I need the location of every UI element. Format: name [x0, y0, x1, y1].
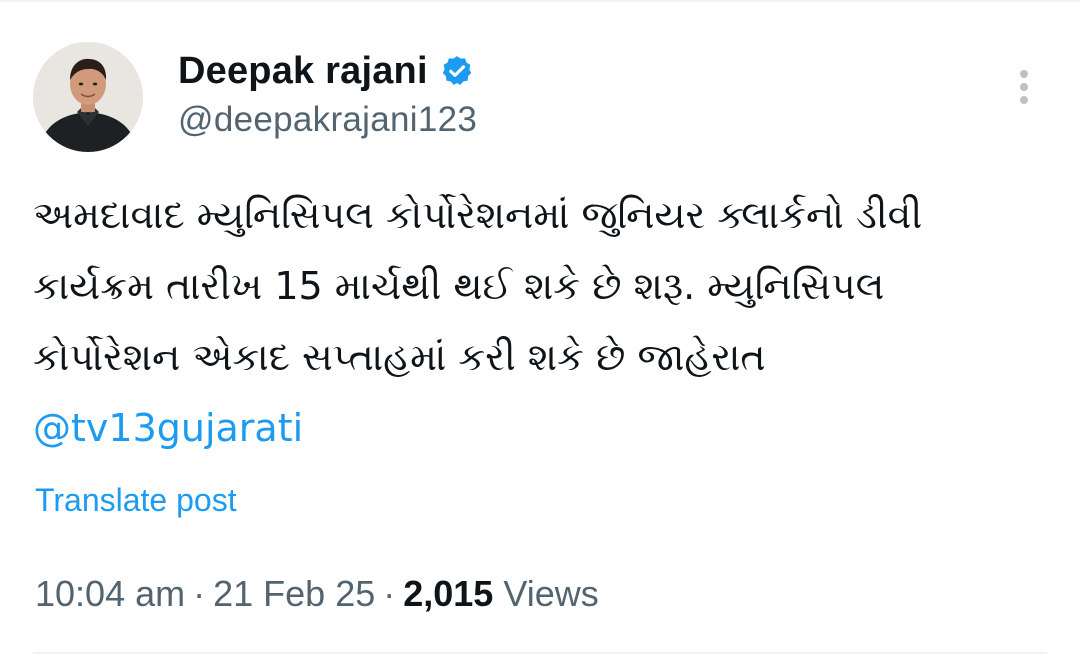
post-time[interactable]: 10:04 am — [35, 573, 185, 614]
separator: · — [193, 573, 206, 614]
avatar-photo — [33, 42, 143, 152]
avatar[interactable] — [33, 42, 143, 152]
more-options-button[interactable] — [1010, 68, 1040, 108]
tweet-line: અમદાવાદ મ્યુનિસિપલ કોર્પોરેશનમાં જુનિયર … — [33, 193, 923, 237]
more-dot — [1020, 83, 1028, 91]
display-name[interactable]: Deepak rajani — [178, 50, 428, 93]
tweet-meta: 10:04 am · 21 Feb 25 · 2,015 Views — [35, 573, 599, 615]
tweet-line: કોર્પોરેશન એકાદ સપ્તાહમાં કરી શકે છે જાહ… — [33, 335, 766, 379]
name-row: Deepak rajani — [178, 46, 477, 96]
views-count[interactable]: 2,015 — [403, 573, 493, 614]
user-handle[interactable]: @deepakrajani123 — [178, 100, 477, 140]
tweet-text: અમદાવાદ મ્યુનિસિપલ કોર્પોરેશનમાં જુનિયર … — [33, 180, 1043, 464]
more-vertical-icon — [1020, 70, 1028, 78]
views-label[interactable]: Views — [503, 573, 598, 614]
translate-post-link[interactable]: Translate post — [35, 482, 237, 519]
mention-link[interactable]: @tv13gujarati — [33, 406, 303, 450]
tweet-header: Deepak rajani @deepakrajani123 — [178, 46, 477, 140]
post-date[interactable]: 21 Feb 25 — [213, 573, 375, 614]
tweet-line: કાર્યક્રમ તારીખ 15 માર્ચથી થઈ શકે છે શરૂ… — [33, 264, 885, 308]
top-divider — [0, 0, 1080, 2]
more-dot — [1020, 96, 1028, 104]
separator: · — [383, 573, 396, 614]
bottom-divider — [33, 652, 1047, 654]
verified-badge-icon[interactable] — [440, 54, 474, 88]
